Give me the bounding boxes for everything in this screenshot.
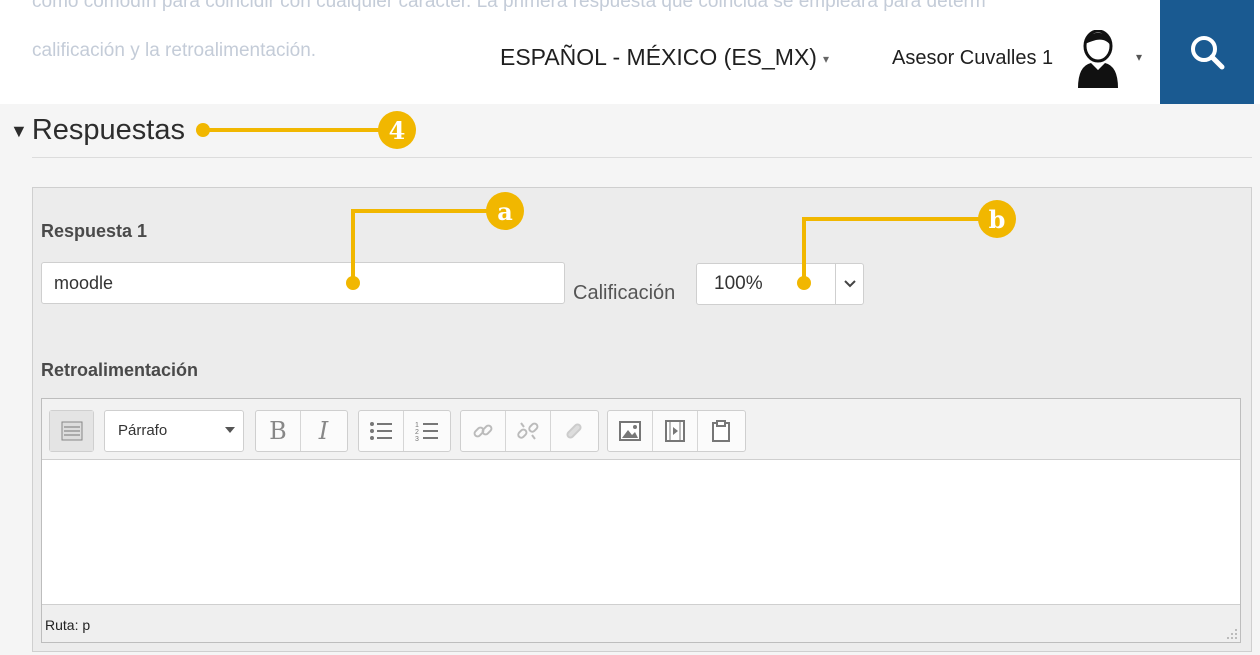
grade-select[interactable]: 100% <box>696 263 864 305</box>
user-avatar-icon[interactable] <box>1074 30 1122 88</box>
search-button[interactable] <box>1160 0 1254 104</box>
callout-b-line-vertical <box>802 219 806 281</box>
svg-text:1: 1 <box>415 422 419 429</box>
callout-b-line-horizontal <box>802 217 982 221</box>
callout-a-badge: a <box>486 192 524 230</box>
page: como comodín para coincidir con cualquie… <box>0 0 1260 655</box>
toolbar-group-lists: 1 2 3 <box>358 410 451 452</box>
user-name[interactable]: Asesor Cuvalles 1 <box>892 47 1053 70</box>
media-button[interactable] <box>653 411 698 451</box>
chevron-down-icon <box>835 264 863 304</box>
toolbar-toggle-button[interactable] <box>50 411 93 451</box>
chevron-down-icon: ▾ <box>822 51 829 66</box>
user-menu-caret-icon[interactable]: ▾ <box>1136 50 1142 64</box>
link-button[interactable] <box>461 411 506 451</box>
image-button[interactable] <box>608 411 653 451</box>
numbered-list-icon: 1 2 3 <box>415 422 438 442</box>
editor-status-bar: Ruta: p <box>42 604 1240 642</box>
bullet-list-icon <box>370 422 392 440</box>
callout-a-line-vertical <box>351 211 355 281</box>
paste-icon <box>711 420 730 442</box>
italic-button[interactable]: I <box>301 411 346 451</box>
feedback-editor-area[interactable] <box>42 461 1240 604</box>
toolbar-group-links <box>460 410 599 452</box>
section-toggle[interactable]: ▼ Respuestas <box>10 114 185 147</box>
answer-label: Respuesta 1 <box>41 221 148 241</box>
path-label: Ruta: p <box>45 617 91 633</box>
toolbar-toggle-icon <box>61 421 82 441</box>
instructions-text-line-1: como comodín para coincidir con cualquie… <box>32 0 986 12</box>
answers-section: ▼ Respuestas Respuesta 1 moodle Calificac… <box>0 104 1260 655</box>
link-icon <box>473 424 493 438</box>
divider <box>32 157 1252 158</box>
grade-value: 100% <box>714 273 763 294</box>
paste-button[interactable] <box>698 411 743 451</box>
media-icon <box>665 420 685 442</box>
callout-a-line-horizontal <box>351 209 491 213</box>
callout-b-badge: b <box>978 200 1016 238</box>
instructions-text-line-2: calificación y la retroalimentación. <box>32 40 317 61</box>
anchor-icon <box>565 423 582 439</box>
language-menu[interactable]: ESPAÑOL - MÉXICO (ES_MX) ▾ <box>500 44 829 71</box>
toolbar-group-media <box>607 410 746 452</box>
answer-fieldset: Respuesta 1 moodle Calificación 100% Ret… <box>32 187 1252 652</box>
collapse-triangle-icon: ▼ <box>10 120 28 141</box>
editor-toolbar: Párrafo B I 1 2 3 <box>42 399 1240 460</box>
callout-4-line <box>203 128 383 132</box>
feedback-editor: Párrafo B I 1 2 3 Ruta: p <box>41 398 1241 643</box>
callout-4-badge: 4 <box>378 111 416 149</box>
resize-grip-icon[interactable] <box>1224 626 1238 640</box>
section-title: Respuestas <box>31 114 185 146</box>
unlink-button[interactable] <box>506 411 551 451</box>
grade-label: Calificación <box>573 282 676 304</box>
feedback-label: Retroalimentación <box>41 360 199 380</box>
paragraph-format-value: Párrafo <box>118 422 168 439</box>
svg-text:3: 3 <box>415 436 419 442</box>
anchor-button[interactable] <box>551 411 596 451</box>
bullet-list-button[interactable] <box>359 411 404 451</box>
language-label: ESPAÑOL - MÉXICO (ES_MX) <box>500 44 817 70</box>
toolbar-group-style: B I <box>255 410 348 452</box>
answer-input[interactable]: moodle <box>41 262 565 304</box>
unlink-icon <box>517 422 539 440</box>
bold-button[interactable]: B <box>256 411 301 451</box>
header: como comodín para coincidir con cualquie… <box>0 0 1260 104</box>
numbered-list-button[interactable]: 1 2 3 <box>404 411 449 451</box>
chevron-down-icon <box>225 427 235 433</box>
svg-text:2: 2 <box>415 429 419 436</box>
italic-icon: I <box>318 417 329 445</box>
search-icon <box>1191 36 1225 70</box>
image-icon <box>619 421 641 441</box>
paragraph-format-select[interactable]: Párrafo <box>104 410 244 452</box>
toolbar-group-toggle <box>49 410 94 452</box>
bold-icon: B <box>269 417 287 445</box>
